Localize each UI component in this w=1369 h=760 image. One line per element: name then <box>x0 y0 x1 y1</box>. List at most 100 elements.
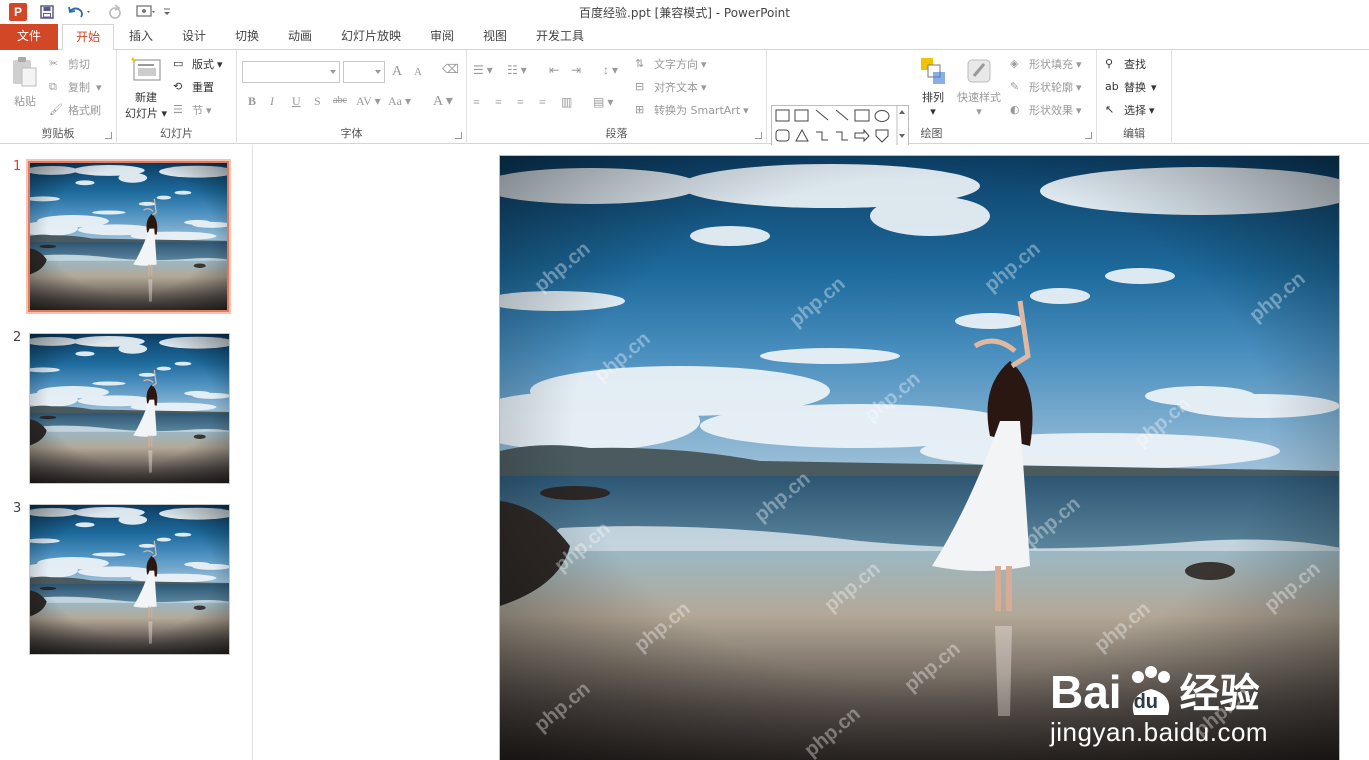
tab-insert[interactable]: 插入 <box>118 24 164 50</box>
font-group: A A ⌫ B I U S abc AV ▾ Aa ▾ A ▾ 字体 <box>237 50 467 144</box>
current-slide[interactable]: php.cn php.cn php.cn php.cn php.cn php.c… <box>499 155 1340 760</box>
quick-styles-button[interactable]: 快速样式 ▾ <box>953 56 1005 118</box>
slide-thumbnail-1[interactable] <box>26 159 231 314</box>
powerpoint-window: P 百度经验.ppt [兼容模式] - PowerPoint 文件 开始 插入 … <box>0 0 1369 760</box>
text-direction-icon: ⇅ <box>635 57 645 70</box>
smartart-button[interactable]: ⊞ 转换为 SmartArt ▾ <box>635 102 749 118</box>
tab-view[interactable]: 视图 <box>472 24 518 50</box>
distributed-icon[interactable]: ▥ <box>561 95 572 110</box>
text-direction-button[interactable]: ⇅ 文字方向 ▾ <box>635 56 707 72</box>
font-color-button[interactable]: A ▾ <box>433 93 453 110</box>
drawing-launcher-icon[interactable] <box>1085 132 1092 139</box>
brush-icon: 🖌 <box>49 103 63 116</box>
tab-file[interactable]: 文件 <box>0 24 58 50</box>
shape-fill-button[interactable]: ◈ 形状填充 ▾ <box>1010 56 1082 72</box>
paragraph-label: 段落 <box>605 127 628 140</box>
window-title: 百度经验.ppt [兼容模式] - PowerPoint <box>579 6 790 20</box>
slides-group: 新建 幻灯片 ▾ ▭ 版式 ▾ ⟲ 重置 ☰ 节 ▾ 幻灯片 <box>117 50 237 144</box>
font-label: 字体 <box>340 127 363 140</box>
shape-outline-button[interactable]: ✎ 形状轮廓 ▾ <box>1010 79 1082 95</box>
ribbon-tab-bar: 文件 开始 插入 设计 切换 动画 幻灯片放映 审阅 视图 开发工具 <box>0 24 1369 51</box>
cut-button[interactable]: ✂ 剪切 <box>49 56 90 72</box>
tab-transitions[interactable]: 切换 <box>224 24 270 50</box>
scissors-icon: ✂ <box>49 57 59 70</box>
grow-font-button[interactable]: A <box>392 64 402 80</box>
binoculars-icon: ⚲ <box>1105 57 1114 70</box>
baidu-logo-text: Bai <box>1050 666 1122 718</box>
strikethrough-button[interactable]: abc <box>333 95 347 106</box>
cursor-icon: ↖ <box>1105 103 1115 116</box>
slide-number-3: 3 <box>13 501 22 516</box>
layout-button[interactable]: ▭ 版式 ▾ <box>173 56 223 72</box>
copy-icon: ⧉ <box>49 80 57 93</box>
paint-bucket-icon: ◈ <box>1010 57 1019 70</box>
numbering-icon[interactable]: ☷ ▾ <box>507 63 527 78</box>
slide-number-1: 1 <box>13 159 22 174</box>
clipboard-launcher-icon[interactable] <box>105 132 112 139</box>
increase-indent-icon[interactable]: ⇥ <box>571 63 581 78</box>
align-text-icon: ⊟ <box>635 80 645 93</box>
replace-icon: ab <box>1105 80 1119 93</box>
smartart-icon: ⊞ <box>635 103 645 116</box>
justify-icon[interactable]: ≡ <box>539 95 546 110</box>
change-case-button[interactable]: Aa ▾ <box>388 94 411 109</box>
tab-home[interactable]: 开始 <box>62 24 114 51</box>
line-spacing-icon[interactable]: ↕ ▾ <box>603 63 618 78</box>
layout-icon: ▭ <box>173 57 184 70</box>
format-painter-button[interactable]: 🖌 格式刷 <box>49 102 101 118</box>
decrease-indent-icon[interactable]: ⇤ <box>549 63 559 78</box>
title-bar: P 百度经验.ppt [兼容模式] - PowerPoint <box>0 0 1369 24</box>
find-button[interactable]: ⚲ 查找 <box>1105 56 1146 72</box>
pencil-icon: ✎ <box>1010 80 1020 93</box>
slides-label: 幻灯片 <box>160 127 193 140</box>
tab-slideshow[interactable]: 幻灯片放映 <box>333 24 409 50</box>
align-left-icon[interactable]: ≡ <box>473 95 480 110</box>
quick-styles-icon <box>967 59 991 83</box>
slide-thumbnail-3[interactable] <box>29 504 230 655</box>
replace-button[interactable]: ab 替换 ▾ <box>1105 79 1157 95</box>
align-text-button[interactable]: ⊟ 对齐文本 ▾ <box>635 79 707 95</box>
select-button[interactable]: ↖ 选择 ▾ <box>1105 102 1155 118</box>
arrange-icon <box>921 58 945 84</box>
italic-button[interactable]: I <box>270 94 274 109</box>
jingyan-url-text: jingyan.baidu.com <box>1050 717 1269 747</box>
copy-button[interactable]: ⧉ 复制 ▾ <box>49 79 102 95</box>
font-launcher-icon[interactable] <box>455 132 462 139</box>
ribbon-home: 粘贴 ✂ 剪切 ⧉ 复制 ▾ 🖌 格式刷 剪贴板 新建 幻灯片 ▾ ▭ 版式 ▾ ⟲ 重置 ☰… <box>0 50 1369 167</box>
shadow-button[interactable]: S <box>314 94 321 109</box>
paste-button[interactable]: 粘贴 <box>6 56 44 109</box>
paragraph-launcher-icon[interactable] <box>755 132 762 139</box>
tab-design[interactable]: 设计 <box>171 24 217 50</box>
bold-button[interactable]: B <box>248 94 256 109</box>
shrink-font-button[interactable]: A <box>414 66 422 78</box>
tab-review[interactable]: 审阅 <box>419 24 465 50</box>
reset-icon: ⟲ <box>173 80 183 93</box>
editing-label: 编辑 <box>1123 127 1145 140</box>
columns-icon[interactable]: ▤ ▾ <box>593 95 613 110</box>
new-slide-button[interactable]: 新建 幻灯片 ▾ <box>121 56 171 121</box>
arrange-button[interactable]: 排列 ▾ <box>913 56 953 118</box>
paragraph-group: ☰ ▾ ☷ ▾ ⇤ ⇥ ↕ ▾ ≡ ≡ ≡ ≡ ▥ ▤ ▾ ⇅ 文字方向 ▾ ⊟ 对齐… <box>467 50 767 144</box>
section-icon: ☰ <box>173 103 183 116</box>
effects-icon: ◐ <box>1010 103 1020 116</box>
paw-icon: du <box>1124 665 1178 719</box>
shape-effects-button[interactable]: ◐ 形状效果 ▾ <box>1010 102 1082 118</box>
paste-icon <box>13 57 37 87</box>
align-right-icon[interactable]: ≡ <box>517 95 524 110</box>
slide-number-2: 2 <box>13 330 22 345</box>
clear-format-icon[interactable]: ⌫ <box>442 62 459 77</box>
tab-animations[interactable]: 动画 <box>277 24 323 50</box>
underline-button[interactable]: U <box>292 94 301 109</box>
bullets-icon[interactable]: ☰ ▾ <box>473 63 493 78</box>
slide-thumbnail-2[interactable] <box>29 333 230 484</box>
new-slide-icon <box>131 57 161 81</box>
reset-button[interactable]: ⟲ 重置 <box>173 79 214 95</box>
char-spacing-button[interactable]: AV ▾ <box>356 94 381 109</box>
font-name-combo[interactable] <box>242 61 340 83</box>
font-size-combo[interactable] <box>343 61 385 83</box>
editing-group: ⚲ 查找 ab 替换 ▾ ↖ 选择 ▾ 编辑 <box>1097 50 1172 144</box>
tab-developer[interactable]: 开发工具 <box>527 24 593 50</box>
section-button[interactable]: ☰ 节 ▾ <box>173 102 212 118</box>
clipboard-label: 剪贴板 <box>41 127 75 140</box>
align-center-icon[interactable]: ≡ <box>495 95 502 110</box>
